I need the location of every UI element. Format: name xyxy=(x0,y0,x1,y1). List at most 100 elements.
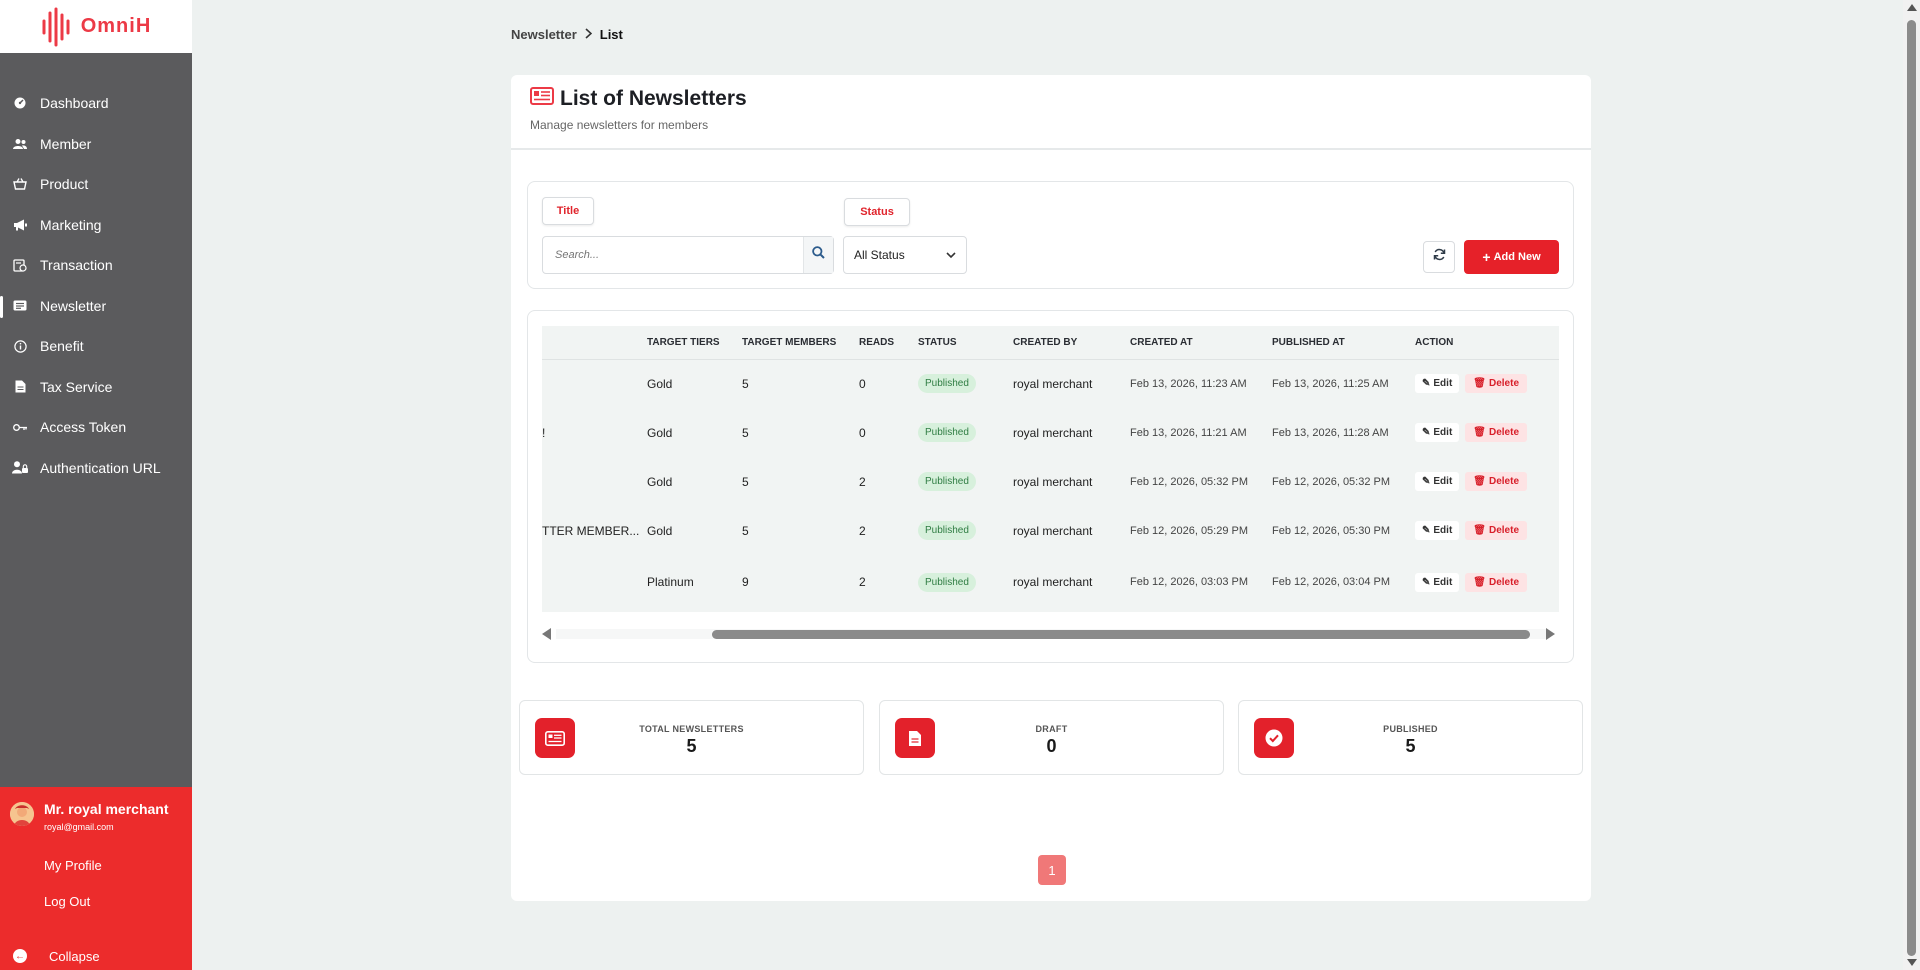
edit-label: Edit xyxy=(1433,525,1453,536)
sidebar-item-label: Access Token xyxy=(40,419,127,436)
vertical-scrollbar[interactable] xyxy=(1903,0,1920,970)
stat-card-total: TOTAL NEWSLETTERS 5 xyxy=(519,700,864,775)
user-panel: Mr. royal merchant royal@gmail.com My Pr… xyxy=(0,787,192,970)
sidebar-item-authentication-url[interactable]: Authentication URL xyxy=(0,448,192,489)
scroll-right-arrow-icon[interactable] xyxy=(1546,628,1555,640)
delete-button[interactable]: 🗑 Delete xyxy=(1465,472,1527,491)
users-icon xyxy=(12,136,28,152)
column-header: CREATED AT xyxy=(1130,326,1272,360)
cell-tier: Gold xyxy=(647,376,673,391)
sidebar-item-access-token[interactable]: Access Token xyxy=(0,407,192,448)
logo[interactable]: OmniH xyxy=(0,0,192,53)
cell-tier: Platinum xyxy=(647,575,694,589)
sidebar-item-newsletter[interactable]: Newsletter xyxy=(0,286,192,327)
collapse-button[interactable]: ← Collapse xyxy=(0,942,192,970)
delete-button[interactable]: 🗑 Delete xyxy=(1465,374,1527,394)
table-row[interactable]: Platinum 9 2 Published royal merchant Fe… xyxy=(542,555,1559,609)
sidebar-item-dashboard[interactable]: Dashboard xyxy=(0,83,192,124)
scroll-left-arrow-icon[interactable] xyxy=(542,628,551,640)
table-panel: TARGET TIERS TARGET MEMBERS READS STATUS… xyxy=(527,310,1574,663)
user-lock-icon xyxy=(12,460,28,476)
refresh-button[interactable] xyxy=(1423,241,1455,273)
delete-button[interactable]: 🗑 Delete xyxy=(1465,572,1527,592)
sidebar-item-tax-service[interactable]: Tax Service xyxy=(0,367,192,408)
edit-button[interactable]: ✎ Edit xyxy=(1415,472,1460,491)
chevron-right-icon xyxy=(585,27,592,42)
avatar[interactable] xyxy=(10,802,34,826)
status-badge: Published xyxy=(918,521,976,540)
scroll-up-arrow-icon[interactable] xyxy=(1907,4,1917,11)
filter-panel: Title Status All Status + Add New xyxy=(527,181,1574,289)
pagination-page-1[interactable]: 1 xyxy=(1038,855,1066,885)
sidebar-item-benefit[interactable]: Benefit xyxy=(0,326,192,367)
edit-button[interactable]: ✎ Edit xyxy=(1415,374,1460,394)
stats-row: TOTAL NEWSLETTERS 5 DRAFT 0 PUBLISHED 5 xyxy=(519,700,1585,775)
table-row[interactable]: TTER MEMBER... Gold 5 2 Published royal … xyxy=(542,506,1559,555)
cell-tier: Gold xyxy=(647,425,673,440)
column-header: PUBLISHED AT xyxy=(1272,326,1415,360)
cell-reads: 2 xyxy=(859,523,866,538)
edit-button[interactable]: ✎ Edit xyxy=(1415,521,1460,540)
add-new-label: Add New xyxy=(1493,251,1541,263)
cell-created-at: Feb 12, 2026, 03:03 PM xyxy=(1130,576,1249,588)
column-header: CREATED BY xyxy=(1013,326,1130,360)
table-row[interactable]: ! Gold 5 0 Published royal merchant Feb … xyxy=(542,408,1559,457)
delete-button[interactable]: 🗑 Delete xyxy=(1465,521,1527,540)
delete-button[interactable]: 🗑 Delete xyxy=(1465,423,1527,442)
edit-button[interactable]: ✎ Edit xyxy=(1415,572,1460,592)
cell-reads: 0 xyxy=(859,376,866,391)
chevron-down-icon xyxy=(946,248,956,262)
scroll-down-arrow-icon[interactable] xyxy=(1907,959,1917,966)
status-badge: Published xyxy=(918,572,976,592)
cell-status: Published xyxy=(918,457,1013,506)
cell-reads: 2 xyxy=(859,474,866,489)
sidebar-nav: Dashboard Member Product Marketing Trans… xyxy=(0,83,192,488)
edit-button[interactable]: ✎ Edit xyxy=(1415,423,1460,442)
arrow-left-circle-icon: ← xyxy=(13,949,27,963)
cell-title: TTER MEMBER... xyxy=(542,523,640,538)
add-new-button[interactable]: + Add New xyxy=(1464,240,1559,274)
table-row[interactable]: Gold 5 0 Published royal merchant Feb 13… xyxy=(542,359,1559,408)
cell-tier: Gold xyxy=(647,474,673,489)
status-badge: Published xyxy=(918,423,976,442)
user-name: Mr. royal merchant xyxy=(44,801,169,817)
cell-action: ✎ Edit 🗑 Delete xyxy=(1415,506,1559,555)
search-input[interactable] xyxy=(543,249,803,261)
vertical-scroll-thumb[interactable] xyxy=(1907,20,1916,956)
sidebar-item-label: Dashboard xyxy=(40,95,109,112)
sidebar-item-label: Tax Service xyxy=(40,378,113,395)
column-header: ACTION xyxy=(1415,326,1559,360)
column-header: TARGET TIERS xyxy=(647,326,742,360)
logout-link[interactable]: Log Out xyxy=(0,883,192,919)
sidebar-item-label: Transaction xyxy=(40,257,113,274)
search-button[interactable] xyxy=(803,237,833,273)
cell-status: Published xyxy=(918,408,1013,457)
sidebar-item-member[interactable]: Member xyxy=(0,124,192,165)
column-header: READS xyxy=(859,326,918,360)
my-profile-link[interactable]: My Profile xyxy=(0,847,192,883)
sidebar-item-transaction[interactable]: Transaction xyxy=(0,245,192,286)
table-row[interactable]: Gold 5 2 Published royal merchant Feb 12… xyxy=(542,457,1559,506)
newspaper-icon xyxy=(530,87,554,111)
edit-icon: ✎ xyxy=(1422,378,1431,390)
breadcrumb-newsletter[interactable]: Newsletter xyxy=(511,27,577,42)
sidebar-item-product[interactable]: Product xyxy=(0,164,192,205)
megaphone-icon xyxy=(12,217,28,233)
cell-members: 9 xyxy=(742,575,749,589)
cell-created-at: Feb 13, 2026, 11:21 AM xyxy=(1130,426,1247,439)
trash-icon: 🗑 xyxy=(1473,427,1486,438)
horizontal-scrollbar[interactable] xyxy=(542,627,1559,641)
sidebar-item-marketing[interactable]: Marketing xyxy=(0,205,192,246)
breadcrumb: Newsletter List xyxy=(511,27,623,42)
cell-created-at: Feb 12, 2026, 05:32 PM xyxy=(1130,475,1249,488)
info-icon xyxy=(12,338,28,354)
cell-action: ✎ Edit 🗑 Delete xyxy=(1415,359,1559,408)
cell-created-at: Feb 12, 2026, 05:29 PM xyxy=(1130,524,1249,537)
cell-members: 5 xyxy=(742,376,749,391)
scroll-thumb[interactable] xyxy=(712,630,1530,639)
trash-icon: 🗑 xyxy=(1473,525,1486,536)
stat-value: 5 xyxy=(686,736,697,756)
edit-label: Edit xyxy=(1433,576,1453,588)
status-select[interactable]: All Status xyxy=(843,236,967,274)
cell-title xyxy=(542,359,647,408)
